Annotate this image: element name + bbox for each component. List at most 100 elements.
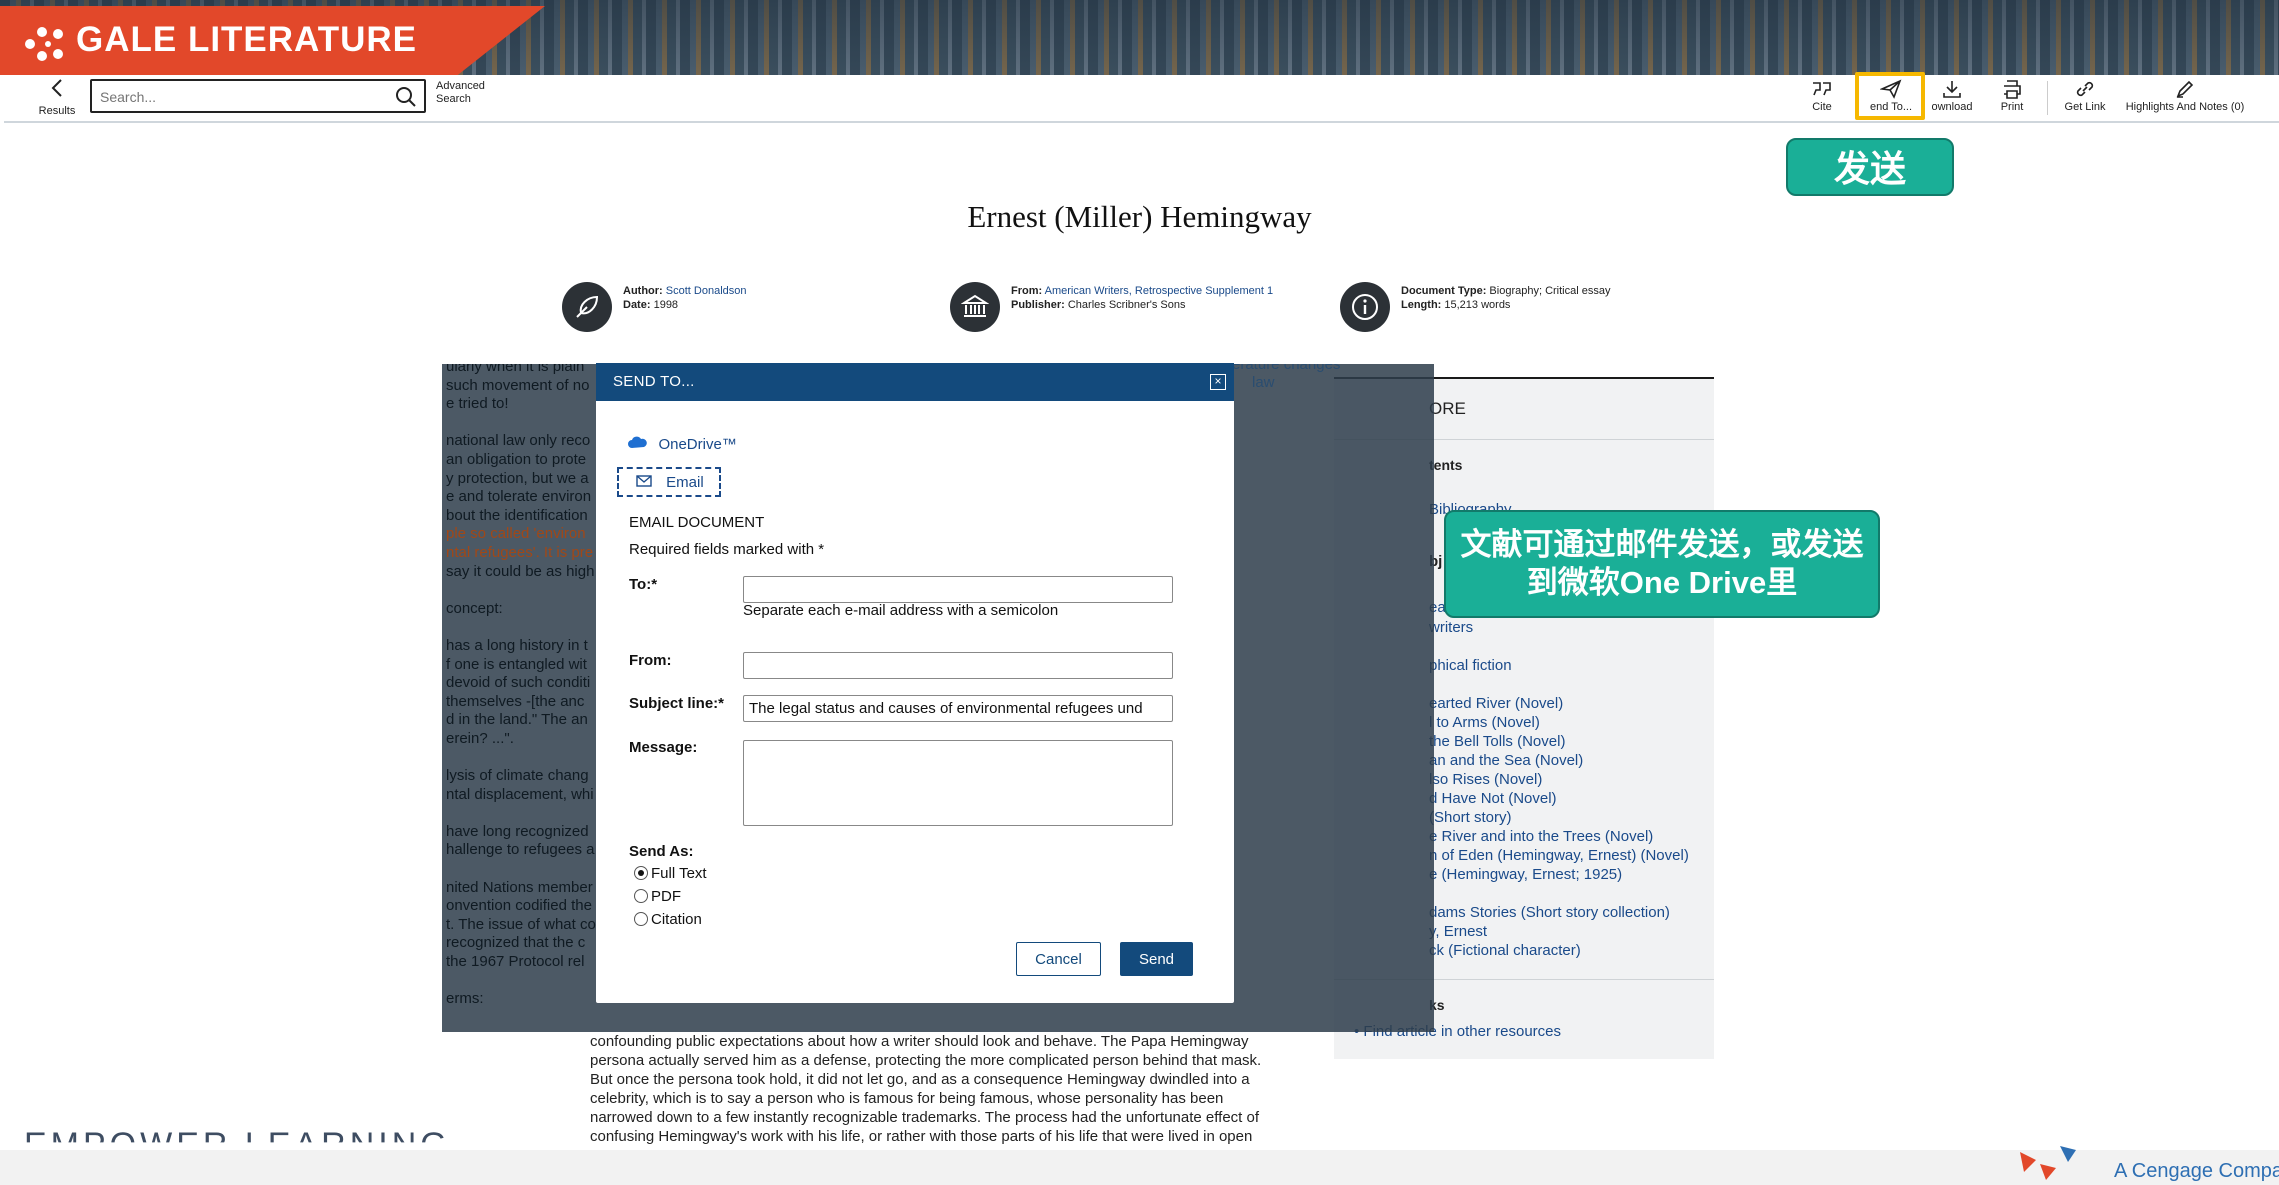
radio-selected[interactable] [634,866,648,880]
subject-field[interactable] [743,695,1173,722]
radio-unselected[interactable] [634,889,648,903]
subject-link[interactable]: e River and into the Trees (Novel) [1429,828,1653,845]
download-button[interactable]: ownload [1926,77,1978,119]
background-fragment: erature changes law [1232,364,1340,392]
subject-link[interactable]: e (Hemingway, Ernest; 1925) [1429,866,1622,883]
bg-line [446,618,616,637]
body-line: celebrity, which is to say a person who … [590,1090,1224,1107]
subject-link[interactable]: d Have Not (Novel) [1429,790,1557,807]
required-note: Required fields marked with * [629,541,825,558]
bg-line: bout the identification [446,506,588,524]
footer-brand: A Cengage Compa [2114,1160,2279,1182]
printer-icon [2004,80,2021,99]
author-link[interactable]: Scott Donaldson [666,285,747,297]
bg-line: say it could be as high [446,562,595,580]
type-value: Biography; Critical essay [1489,285,1611,297]
send-as-label: Send As: [629,843,694,860]
bg-line: has a long history in t [446,636,588,654]
bg-line [446,748,616,767]
print-label: Print [2000,101,2024,113]
bg-line: d in the land." The an [446,711,588,729]
get-link-label: Get Link [2064,101,2106,113]
back-label: Results [38,105,76,117]
subject-link[interactable]: dams Stories (Short story collection) [1429,904,1670,921]
subject-link[interactable]: writers [1429,619,1473,636]
cengage-logo-icon [2016,1142,2106,1182]
bg-line: such movement of no [446,376,590,394]
highlights-notes-button[interactable]: Highlights And Notes (0) [2120,77,2250,119]
length-label: Length: [1401,299,1442,311]
bg-line: erein? ...". [446,729,514,747]
bg-line [446,581,616,600]
publisher-label: Publisher: [1011,299,1065,311]
subject-link[interactable]: l to Arms (Novel) [1429,714,1540,731]
subject-link[interactable]: earted River (Novel) [1429,695,1563,712]
back-to-results-button[interactable]: Results [30,77,84,119]
bg-line: the 1967 Protocol rel [446,953,585,970]
advanced-search-link[interactable]: Advanced Search [436,80,496,106]
print-button[interactable]: Print [1992,77,2032,119]
onedrive-option[interactable]: OneDrive™ [628,436,737,454]
bg-line: themselves -[the anc [446,692,585,710]
toolbar-divider [2047,81,2048,115]
bg-line: e and tolerate environ [446,488,592,506]
source-link[interactable]: American Writers, Retrospective Suppleme… [1045,285,1273,297]
subject-link[interactable]: an and the Sea (Novel) [1429,752,1583,769]
send-as-citation[interactable]: Citation [634,911,702,928]
chevron-left-icon [30,77,84,105]
to-field[interactable] [743,576,1173,603]
search-icon[interactable] [394,85,418,109]
subject-link[interactable]: the Bell Tolls (Novel) [1429,733,1565,750]
search-input[interactable] [100,86,380,108]
cloud-icon [628,436,652,453]
sidebar-heading: ORE [1429,399,1466,418]
message-textarea[interactable] [743,740,1173,826]
envelope-icon [636,474,656,491]
bg-line: national law only reco [446,432,591,450]
bg-line [446,414,616,433]
from-field[interactable] [743,652,1173,679]
send-button[interactable]: Send [1120,942,1193,976]
author-meta: Author: Scott Donaldson Date: 1998 [562,282,842,334]
bg-line: devoid of such conditi [446,674,591,692]
brand-name: GALE LITERATURE [76,20,418,59]
radio-unselected[interactable] [634,912,648,926]
author-label: Author: [623,285,663,297]
contents-heading: tents [1429,457,1463,473]
body-line: confounding public expectations about ho… [590,1033,1249,1050]
type-label: Document Type: [1401,285,1487,297]
bg-line: recognized that the c [446,934,586,952]
send-as-option-label: PDF [651,888,681,905]
callout-email: 文献可通过邮件发送，或发送到微软One Drive里 [1444,510,1880,618]
get-link-button[interactable]: Get Link [2060,77,2110,119]
dialog-header: SEND TO... × [596,363,1234,401]
email-option[interactable]: Email [617,467,721,497]
bg-line: hallenge to refugees a [446,841,595,859]
from-label: From: [1011,285,1043,297]
subject-link[interactable]: phical fiction [1429,657,1512,674]
subject-link[interactable]: lso Rises (Novel) [1429,771,1542,788]
send-as-option-label: Full Text [651,865,707,882]
subject-link[interactable]: n of Eden (Hemingway, Ernest) (Novel) [1429,847,1689,864]
body-line: confusing Hemingway's work with his life… [590,1128,1253,1145]
cite-button[interactable]: Cite [1800,77,1844,119]
bg-line: concept: [446,599,503,617]
to-help-text: Separate each e-mail address with a semi… [743,602,1059,619]
from-label: From: [629,652,672,669]
send-as-full-text[interactable]: Full Text [634,865,707,882]
close-icon[interactable]: × [1210,374,1226,390]
date-label: Date: [623,299,651,311]
subject-link[interactable]: y, Ernest [1429,923,1487,940]
body-line: persona actually served him as a defense… [590,1052,1262,1069]
subject-link[interactable]: (Short story) [1429,809,1512,826]
message-label: Message: [629,739,698,756]
send-as-pdf[interactable]: PDF [634,888,681,905]
brand-logo-area[interactable]: GALE LITERATURE [0,6,545,75]
background-article: ularly when it is plain such movement of… [446,364,616,1009]
info-icon [1340,282,1390,332]
cancel-button[interactable]: Cancel [1016,942,1101,976]
bg-line [446,860,616,879]
subject-link[interactable]: ck (Fictional character) [1429,942,1581,959]
quill-icon [562,282,612,332]
pen-icon [2176,80,2194,98]
